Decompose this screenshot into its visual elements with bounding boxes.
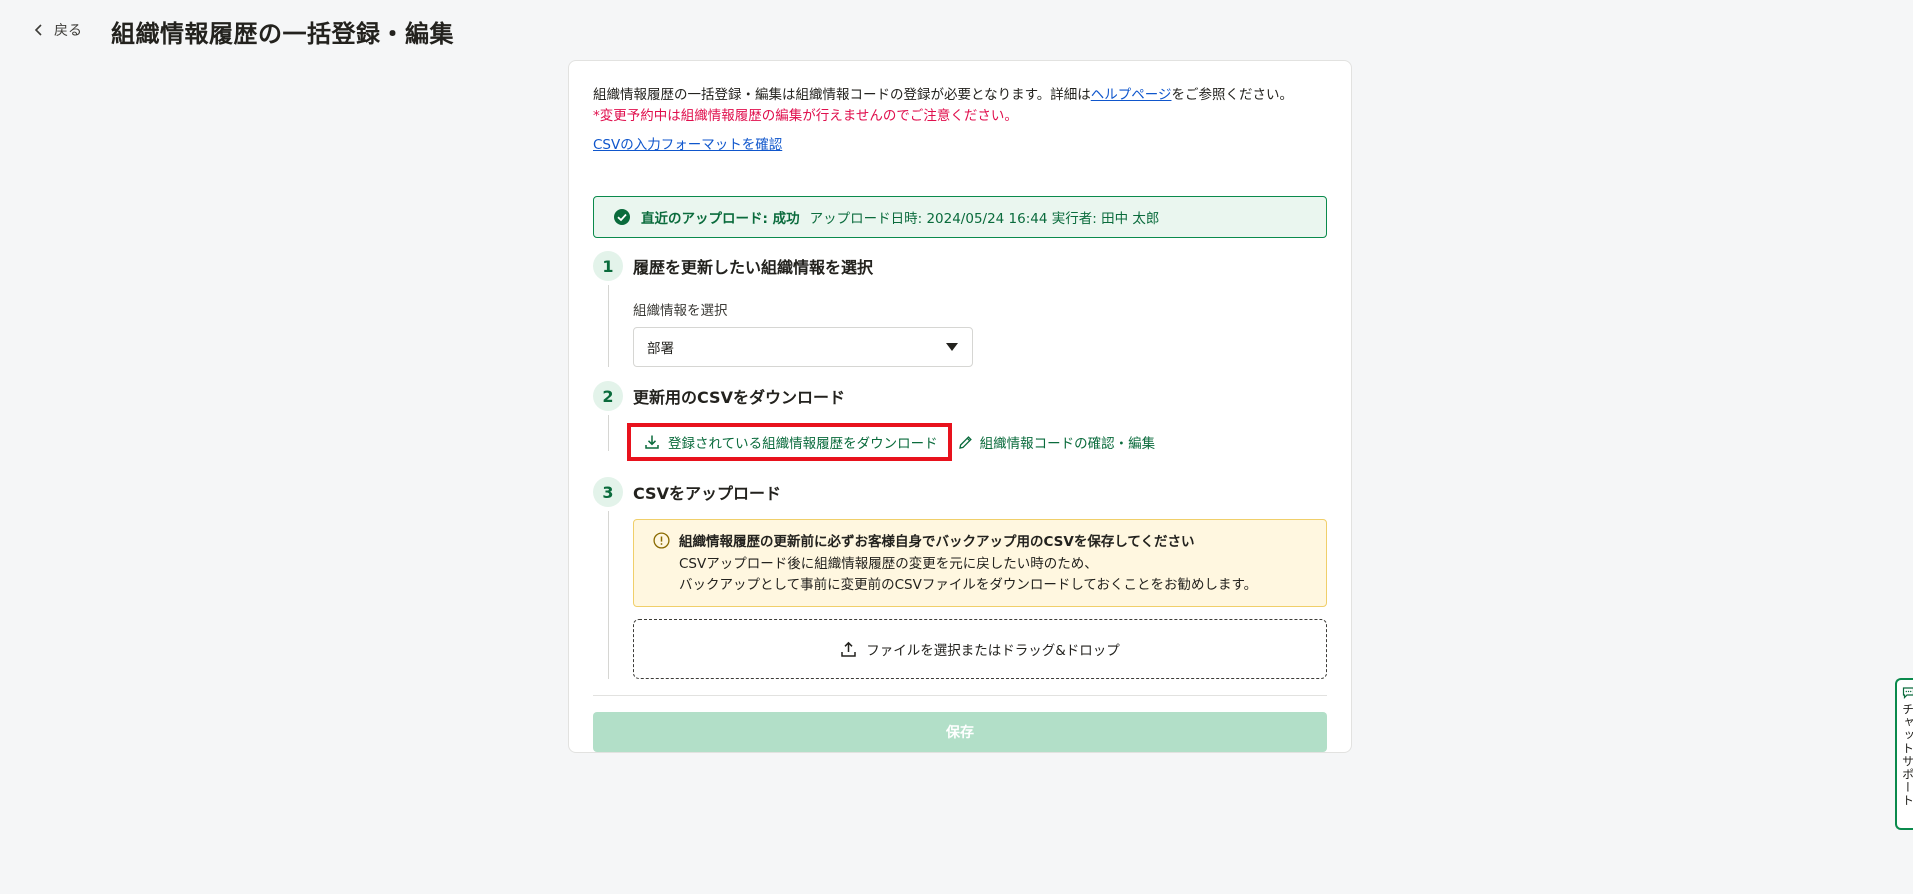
top-bar: 戻る 組織情報履歴の一括登録・編集 bbox=[0, 0, 1913, 62]
page-title: 組織情報履歴の一括登録・編集 bbox=[111, 20, 454, 48]
schedule-warning: *変更予約中は組織情報履歴の編集が行えませんのでご注意ください。 bbox=[593, 108, 1018, 124]
step-2-header: 2 更新用のCSVをダウンロード bbox=[593, 381, 845, 411]
chat-support-label: チャットサポート bbox=[1900, 703, 1913, 807]
csv-format-link[interactable]: CSVの入力フォーマットを確認 bbox=[593, 133, 782, 153]
step-title: 更新用のCSVをダウンロード bbox=[633, 388, 845, 407]
step-2-line bbox=[608, 415, 609, 451]
step-number: 3 bbox=[593, 477, 623, 507]
upload-icon bbox=[841, 641, 856, 657]
upload-meta: アップロード日時: 2024/05/24 16:44 実行者: 田中 太郎 bbox=[809, 211, 1160, 227]
check-circle-icon bbox=[614, 209, 630, 225]
intro-text-after: をご参照ください。 bbox=[1171, 87, 1293, 103]
step-1-header: 1 履歴を更新したい組織情報を選択 bbox=[593, 251, 873, 281]
dropzone-label: ファイルを選択またはドラッグ&ドロップ bbox=[866, 643, 1120, 659]
org-select-value: 部署 bbox=[647, 341, 674, 357]
chevron-left-icon bbox=[34, 24, 42, 36]
save-button[interactable]: 保存 bbox=[593, 712, 1327, 752]
step-1-line bbox=[608, 285, 609, 367]
step-number: 2 bbox=[593, 381, 623, 411]
intro-text-before: 組織情報履歴の一括登録・編集は組織情報コードの登録が必要となります。詳細は bbox=[593, 87, 1091, 103]
back-label: 戻る bbox=[54, 23, 82, 39]
upload-status-banner: 直近のアップロード: 成功 アップロード日時: 2024/05/24 16:44… bbox=[593, 196, 1327, 238]
step-title: CSVをアップロード bbox=[633, 484, 781, 503]
exclamation-circle-icon bbox=[653, 532, 670, 549]
main-card: 組織情報履歴の一括登録・編集は組織情報コードの登録が必要となります。詳細はヘルプ… bbox=[568, 60, 1352, 753]
step-3-header: 3 CSVをアップロード bbox=[593, 477, 781, 507]
step-3-line bbox=[608, 511, 609, 679]
backup-notice-title: 組織情報履歴の更新前に必ずお客様自身でバックアップ用のCSVを保存してください bbox=[679, 534, 1195, 550]
step-number: 1 bbox=[593, 251, 623, 281]
help-page-link[interactable]: ヘルプページ bbox=[1091, 87, 1172, 103]
back-link[interactable]: 戻る bbox=[32, 18, 82, 42]
backup-notice-line: CSVアップロード後に組織情報履歴の変更を元に戻したい時のため、 bbox=[679, 556, 1098, 572]
backup-notice-line: バックアップとして事前に変更前のCSVファイルをダウンロードしておくことをお勧め… bbox=[679, 577, 1258, 593]
chat-support-tab[interactable]: チャットサポート bbox=[1895, 678, 1913, 830]
caret-down-icon bbox=[946, 343, 958, 351]
upload-status: 直近のアップロード: 成功 bbox=[641, 211, 800, 227]
download-label: 登録されている組織情報履歴をダウンロード bbox=[668, 436, 938, 452]
file-dropzone[interactable]: ファイルを選択またはドラッグ&ドロップ bbox=[633, 619, 1327, 679]
pencil-icon bbox=[958, 435, 972, 449]
card-content: 組織情報履歴の一括登録・編集は組織情報コードの登録が必要となります。詳細はヘルプ… bbox=[593, 85, 1327, 752]
download-row: 登録されている組織情報履歴をダウンロード 組織情報コードの確認・編集 bbox=[627, 423, 1155, 461]
download-history-button[interactable]: 登録されている組織情報履歴をダウンロード bbox=[627, 423, 952, 461]
step-title: 履歴を更新したい組織情報を選択 bbox=[633, 258, 874, 277]
edit-org-code-link[interactable]: 組織情報コードの確認・編集 bbox=[958, 432, 1156, 452]
edit-org-code-label: 組織情報コードの確認・編集 bbox=[979, 436, 1156, 452]
chat-bubble-icon bbox=[1902, 687, 1913, 699]
divider bbox=[593, 695, 1327, 696]
download-icon bbox=[645, 435, 659, 449]
intro-text: 組織情報履歴の一括登録・編集は組織情報コードの登録が必要となります。詳細はヘルプ… bbox=[593, 85, 1327, 106]
org-select-label: 組織情報を選択 bbox=[633, 303, 728, 319]
org-select-dropdown[interactable]: 部署 bbox=[633, 327, 973, 367]
backup-notice-body: CSVアップロード後に組織情報履歴の変更を元に戻したい時のため、 バックアップと… bbox=[679, 554, 1257, 596]
backup-notice: 組織情報履歴の更新前に必ずお客様自身でバックアップ用のCSVを保存してください … bbox=[633, 519, 1327, 607]
